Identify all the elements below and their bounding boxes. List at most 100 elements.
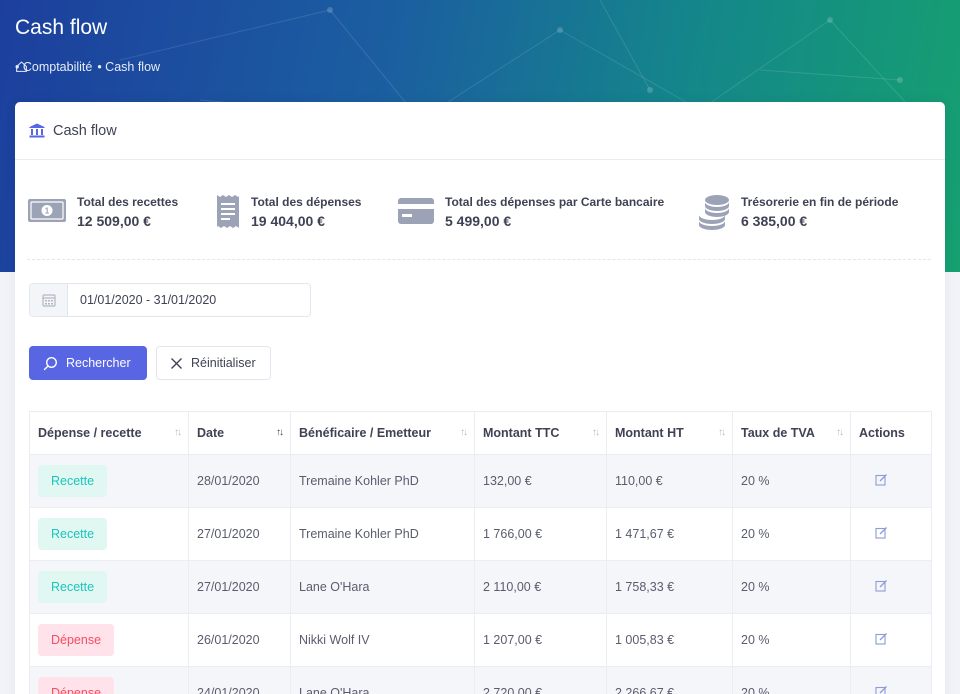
edit-icon[interactable] xyxy=(875,632,888,648)
page-title: Cash flow xyxy=(15,16,108,39)
cell-beneficiaire: Lane O'Hara xyxy=(290,666,475,694)
cell-actions xyxy=(850,613,932,667)
card-title: Cash flow xyxy=(53,122,117,139)
sort-icon[interactable]: ↑↓ xyxy=(276,427,284,438)
cell-taux-tva: 20 % xyxy=(732,454,851,508)
stat-value: 19 404,00 € xyxy=(251,213,325,229)
cell-date: 26/01/2020 xyxy=(188,613,291,667)
banknote-icon: 1 xyxy=(28,199,66,222)
cell-montant-ht: 110,00 € xyxy=(606,454,733,508)
breadcrumb-item-cash-flow[interactable]: • Cash flow xyxy=(97,60,160,74)
cell-taux-tva: 20 % xyxy=(732,613,851,667)
type-badge: Recette xyxy=(38,518,108,550)
edit-icon[interactable] xyxy=(875,685,888,694)
cell-actions xyxy=(850,454,932,508)
close-icon xyxy=(171,357,182,369)
cash-flow-card: Cash flow 1 Total des recettes 12 509,00… xyxy=(15,102,945,694)
table-row: Recette 27/01/2020 Tremaine Kohler PhD 1 76… xyxy=(29,507,932,561)
cell-date: 28/01/2020 xyxy=(188,454,291,508)
stat-value: 5 499,00 € xyxy=(445,213,512,229)
receipt-icon xyxy=(217,195,239,228)
type-badge: Recette xyxy=(38,465,108,497)
bank-icon xyxy=(29,123,45,138)
sort-icon[interactable]: ↑↓ xyxy=(460,427,468,438)
cell-type: Dépense xyxy=(29,666,189,694)
cell-date: 24/01/2020 xyxy=(188,666,291,694)
stat-total-recettes: 1 Total des recettes 12 509,00 € xyxy=(27,194,178,231)
cell-montant-ht: 1 471,67 € xyxy=(606,507,733,561)
type-badge: Recette xyxy=(38,571,108,603)
search-button[interactable]: Rechercher xyxy=(29,346,147,380)
cell-type: Recette xyxy=(29,560,189,614)
date-range-field[interactable]: 01/01/2020 - 31/01/2020 xyxy=(29,283,311,317)
stat-label: Total des dépenses xyxy=(251,195,362,209)
column-header-date[interactable]: Date ↑↓ xyxy=(188,411,291,455)
column-header-montant-ttc[interactable]: Montant TTC ↑↓ xyxy=(474,411,607,455)
cell-type: Recette xyxy=(29,454,189,508)
table-row: Dépense 26/01/2020 Nikki Wolf IV 1 207,00 €… xyxy=(29,613,932,667)
column-header-beneficiaire[interactable]: Bénéficaire / Emetteur ↑↓ xyxy=(290,411,475,455)
type-badge: Dépense xyxy=(38,624,115,656)
reset-button-label: Réinitialiser xyxy=(191,356,256,370)
cell-type: Recette xyxy=(29,507,189,561)
cell-montant-ttc: 2 110,00 € xyxy=(474,560,607,614)
cell-montant-ttc: 2 720,00 € xyxy=(474,666,607,694)
cell-taux-tva: 20 % xyxy=(732,666,851,694)
sort-icon[interactable]: ↑↓ xyxy=(174,427,182,438)
stat-label: Total des dépenses par Carte bancaire xyxy=(445,195,665,209)
cell-beneficiaire: Lane O'Hara xyxy=(290,560,475,614)
cell-date: 27/01/2020 xyxy=(188,560,291,614)
edit-icon[interactable] xyxy=(875,579,888,595)
stat-value: 6 385,00 € xyxy=(741,213,808,229)
stats-row: 1 Total des recettes 12 509,00 € Total d… xyxy=(27,194,931,260)
cell-beneficiaire: Tremaine Kohler PhD xyxy=(290,507,475,561)
reset-button[interactable]: Réinitialiser xyxy=(156,346,271,380)
search-icon xyxy=(43,356,58,370)
column-header-montant-ht[interactable]: Montant HT ↑↓ xyxy=(606,411,733,455)
calendar-addon xyxy=(30,284,68,316)
edit-icon[interactable] xyxy=(875,473,888,489)
cell-montant-ttc: 132,00 € xyxy=(474,454,607,508)
table-row: Dépense 24/01/2020 Lane O'Hara 2 720,00 €2 … xyxy=(29,666,932,694)
table-row: Recette 28/01/2020 Tremaine Kohler PhD 132,… xyxy=(29,454,932,508)
cash-flow-table: Dépense / recette ↑↓ Date ↑↓ Bénéficaire /… xyxy=(29,411,932,694)
breadcrumb: • Comptabilité • Cash flow xyxy=(15,60,160,74)
home-icon[interactable] xyxy=(15,60,28,73)
edit-icon[interactable] xyxy=(875,526,888,542)
stat-total-depenses: Total des dépenses 19 404,00 € xyxy=(215,194,361,231)
stat-label: Trésorerie en fin de période xyxy=(741,195,899,209)
type-badge: Dépense xyxy=(38,677,115,694)
credit-card-icon xyxy=(398,198,434,224)
sort-icon[interactable]: ↑↓ xyxy=(592,427,600,438)
stat-value: 12 509,00 € xyxy=(77,213,151,229)
coins-icon xyxy=(699,195,729,230)
stat-depenses-carte: Total des dépenses par Carte bancaire 5 … xyxy=(397,194,664,231)
column-header-type[interactable]: Dépense / recette ↑↓ xyxy=(29,411,189,455)
cell-beneficiaire: Nikki Wolf IV xyxy=(290,613,475,667)
cell-taux-tva: 20 % xyxy=(732,560,851,614)
sort-icon[interactable]: ↑↓ xyxy=(836,427,844,438)
sort-icon[interactable]: ↑↓ xyxy=(718,427,726,438)
table-row: Recette 27/01/2020 Lane O'Hara 2 110,00 €1 … xyxy=(29,560,932,614)
search-button-label: Rechercher xyxy=(66,356,131,370)
calendar-icon xyxy=(41,294,56,307)
stat-tresorerie: Trésorerie en fin de période 6 385,00 € xyxy=(697,194,898,231)
cell-montant-ht: 2 266,67 € xyxy=(606,666,733,694)
cell-montant-ht: 1 005,83 € xyxy=(606,613,733,667)
stat-label: Total des recettes xyxy=(77,195,179,209)
cell-actions xyxy=(850,666,932,694)
cell-taux-tva: 20 % xyxy=(732,507,851,561)
cell-montant-ttc: 1 207,00 € xyxy=(474,613,607,667)
svg-text:1: 1 xyxy=(45,207,50,216)
column-header-actions: Actions xyxy=(850,411,932,455)
cell-date: 27/01/2020 xyxy=(188,507,291,561)
cell-beneficiaire: Tremaine Kohler PhD xyxy=(290,454,475,508)
cell-actions xyxy=(850,560,932,614)
card-header: Cash flow xyxy=(15,102,945,160)
table-header-row: Dépense / recette ↑↓ Date ↑↓ Bénéficaire /… xyxy=(29,411,932,455)
cell-montant-ht: 1 758,33 € xyxy=(606,560,733,614)
cell-montant-ttc: 1 766,00 € xyxy=(474,507,607,561)
cell-actions xyxy=(850,507,932,561)
column-header-taux-tva[interactable]: Taux de TVA ↑↓ xyxy=(732,411,851,455)
date-range-input[interactable]: 01/01/2020 - 31/01/2020 xyxy=(68,284,216,316)
